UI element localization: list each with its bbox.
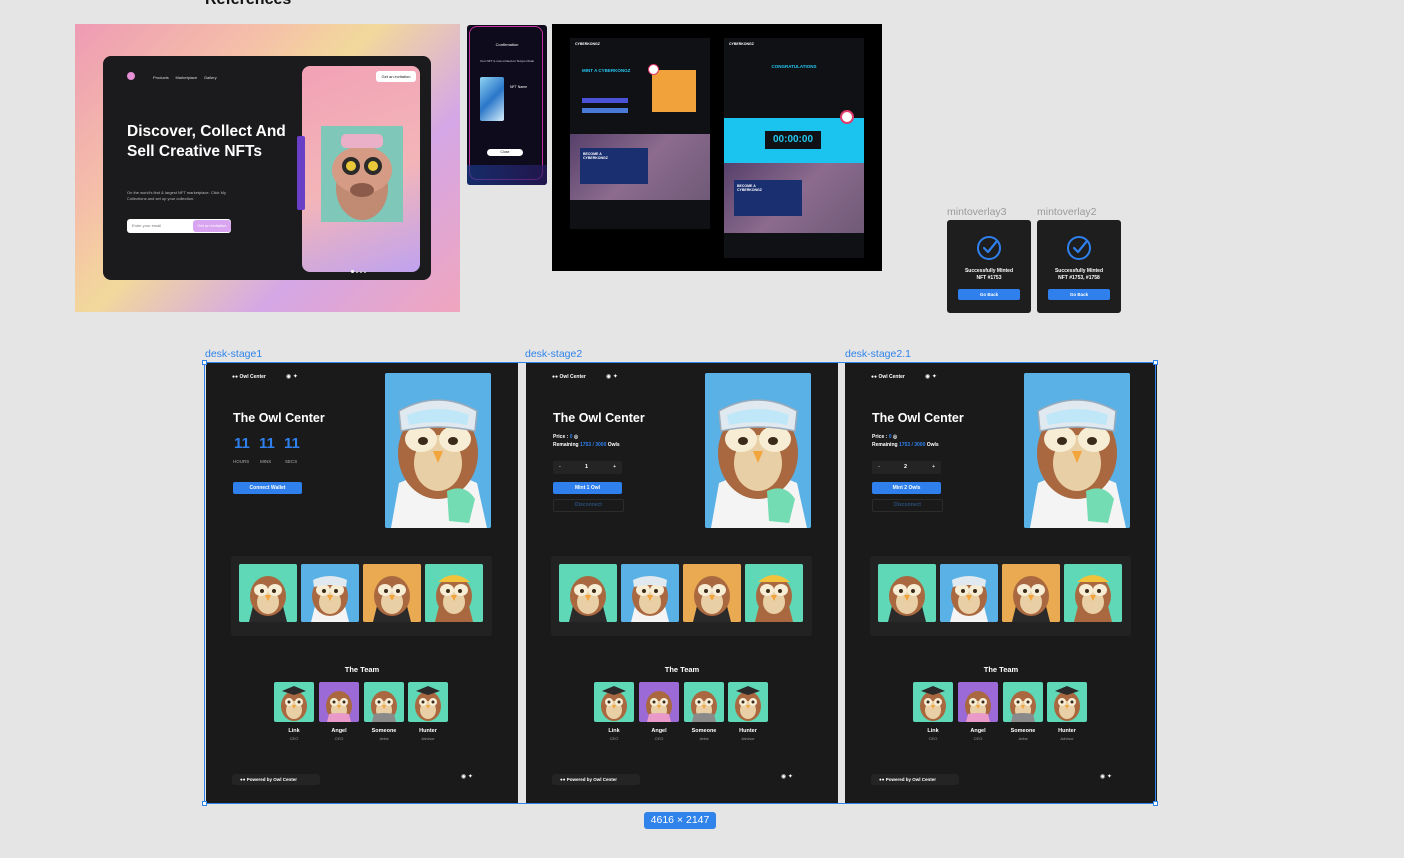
- nav-item[interactable]: Gallery: [204, 75, 217, 80]
- email-placeholder: Enter your email: [132, 223, 162, 228]
- mint-overlay-2[interactable]: Successfully Minted NFT #1753, #1758 Go …: [1037, 220, 1121, 313]
- reference-cyberkongz[interactable]: CYBERKONGZ MINT A CYBERKONGZ BECOME A CY…: [552, 24, 882, 271]
- cyberkongz-success-page: CYBERKONGZ CONGRATULATIONS 00:00:00 BECO…: [724, 38, 864, 258]
- side-art-strip: [297, 136, 305, 210]
- resize-handle[interactable]: [202, 360, 207, 365]
- marketplace-logo: [127, 72, 135, 80]
- nav-item[interactable]: Marketplace: [175, 75, 197, 80]
- minted-nft-image: [480, 77, 504, 121]
- frame-label[interactable]: desk-stage2: [525, 348, 582, 360]
- message-line: Successfully Minted: [964, 268, 1014, 274]
- marketplace-card: Products Marketplace Gallery Get an invi…: [103, 56, 431, 280]
- hero-headline: Discover, Collect And Sell Creative NFTs: [127, 123, 286, 160]
- smiley-sticker-icon: [840, 110, 854, 124]
- mint-success-message: Successfully Minted NFT #1753, #1758: [1037, 268, 1121, 282]
- frame-label[interactable]: desk-stage1: [205, 348, 262, 360]
- resize-handle[interactable]: [1153, 801, 1158, 806]
- mint-button-b[interactable]: [582, 108, 628, 113]
- selection-box[interactable]: [204, 362, 1156, 804]
- nav-item[interactable]: Products: [153, 75, 169, 80]
- nft-name: NFT Name: [510, 85, 528, 89]
- close-button[interactable]: Close: [487, 149, 523, 156]
- congrats-title: CONGRATULATIONS: [771, 64, 817, 69]
- reference-mobile-confirmation[interactable]: Confirmation Your NFT is now minted on T…: [467, 25, 547, 185]
- section-heading: References: [205, 0, 291, 9]
- mint-success-message: Successfully Minted NFT #1753: [947, 268, 1031, 282]
- go-back-button[interactable]: Go Back: [958, 289, 1020, 300]
- mint-button-a[interactable]: [582, 98, 628, 103]
- go-back-button[interactable]: Go Back: [1048, 289, 1110, 300]
- resize-handle[interactable]: [202, 801, 207, 806]
- cyberkongz-mint-page: CYBERKONGZ MINT A CYBERKONGZ BECOME A CY…: [570, 38, 710, 229]
- email-submit-button[interactable]: Get an invitation: [193, 220, 231, 232]
- check-circle-icon: [1065, 234, 1093, 267]
- frame-label[interactable]: desk-stage2.1: [845, 348, 911, 360]
- marketplace-nav: Products Marketplace Gallery: [153, 75, 217, 80]
- confirmation-header: Confirmation: [495, 42, 519, 47]
- confirmation-message: Your NFT is now minted on Tempo Chain: [479, 59, 535, 63]
- selection-dimensions-badge: 4616 × 2147: [644, 812, 716, 829]
- kong-portrait: [652, 70, 696, 112]
- message-line: NFT #1753: [976, 275, 1002, 281]
- smiley-sticker-icon: [648, 64, 659, 75]
- nft-art-monkey: [321, 126, 403, 222]
- mint-title: MINT A CYBERKONGZ: [582, 68, 631, 73]
- decor-leaves: [467, 165, 547, 185]
- carousel-dots[interactable]: [351, 260, 366, 278]
- overlay-label: mintoverlay2: [1037, 206, 1097, 218]
- get-invitation-button[interactable]: Get an invitation: [376, 71, 416, 82]
- message-line: Successfully Minted: [1054, 268, 1104, 274]
- cyberkongz-brand: CYBERKONGZ: [575, 42, 600, 46]
- cyberkongz-brand: CYBERKONGZ: [729, 42, 754, 46]
- mint-overlay-3[interactable]: Successfully Minted NFT #1753 Go Back: [947, 220, 1031, 313]
- resize-handle[interactable]: [1153, 360, 1158, 365]
- countdown-display: 00:00:00: [765, 131, 821, 149]
- overlay-label: mintoverlay3: [947, 206, 1007, 218]
- reference-nft-marketplace[interactable]: Products Marketplace Gallery Get an invi…: [75, 24, 460, 312]
- hero-subtext: On the world's first & largest NFT marke…: [127, 190, 226, 201]
- message-line: NFT #1753, #1758: [1058, 275, 1100, 281]
- promo-title: BECOME A CYBERKONGZ: [737, 184, 762, 192]
- check-circle-icon: [975, 234, 1003, 267]
- promo-title: BECOME A CYBERKONGZ: [583, 152, 608, 160]
